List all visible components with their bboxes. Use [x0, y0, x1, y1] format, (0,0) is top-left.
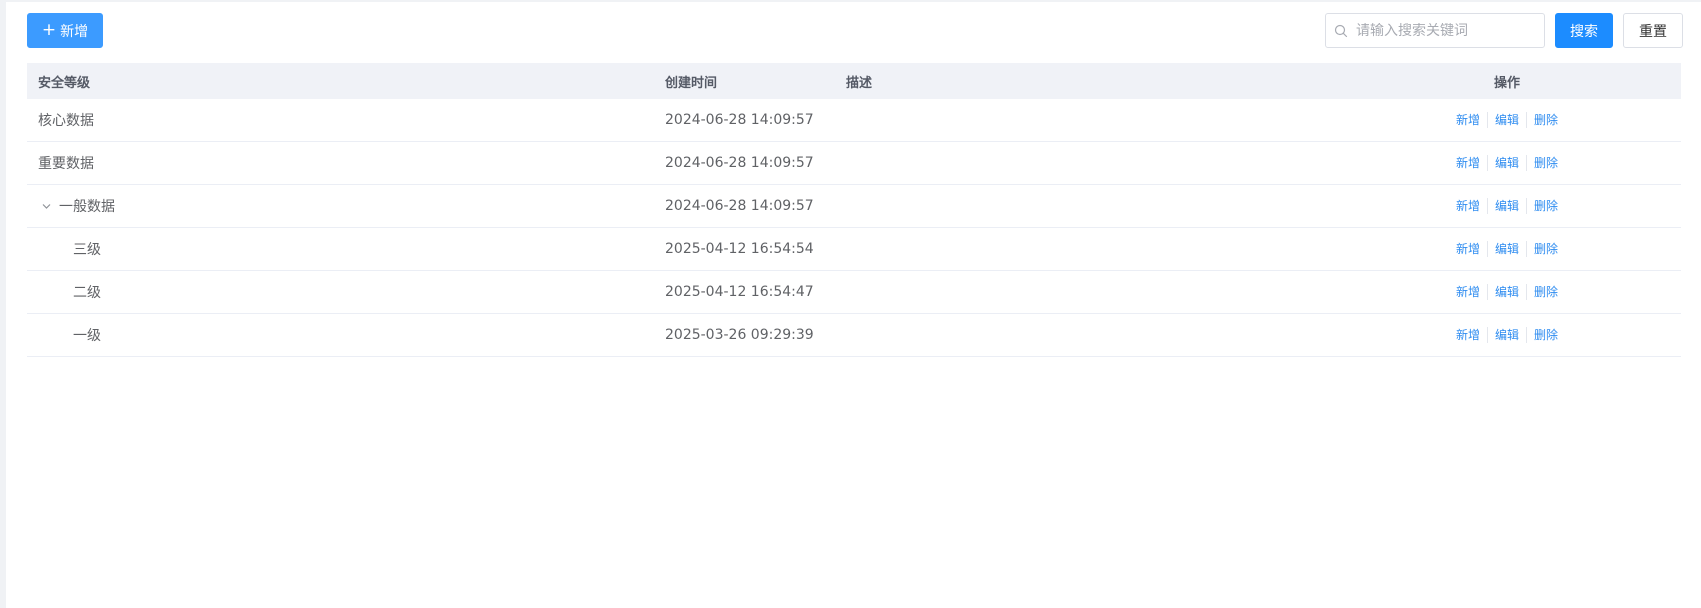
column-header-description: 描述 [846, 75, 873, 91]
row-edit-link[interactable]: 编辑 [1488, 284, 1527, 300]
row-created-time: 2025-03-26 09:29:39 [665, 327, 814, 343]
row-operations: 新增 编辑 删除 [1417, 271, 1597, 313]
add-button-label: 新增 [60, 23, 89, 40]
row-name: 一般数据 [59, 199, 115, 215]
column-header-operations: 操作 [1493, 75, 1520, 91]
row-operations: 新增 编辑 删除 [1417, 228, 1597, 270]
row-edit-link[interactable]: 编辑 [1488, 327, 1527, 343]
row-delete-link[interactable]: 删除 [1527, 198, 1565, 214]
toolbar: + 新增 搜索 重置 [6, 2, 1701, 62]
table-row: 重要数据 2024-06-28 14:09:57 新增 编辑 删除 [27, 142, 1681, 185]
row-delete-link[interactable]: 删除 [1527, 241, 1565, 257]
row-edit-link[interactable]: 编辑 [1488, 241, 1527, 257]
search-button[interactable]: 搜索 [1555, 13, 1613, 48]
chevron-down-icon[interactable] [40, 200, 52, 212]
table-row: 核心数据 2024-06-28 14:09:57 新增 编辑 删除 [27, 99, 1681, 142]
row-operations: 新增 编辑 删除 [1417, 185, 1597, 227]
column-header-security-level: 安全等级 [38, 75, 91, 91]
page: + 新增 搜索 重置 安全等级 创建时间 描述 操作 核心数据 2024-06-… [6, 2, 1701, 608]
search-box[interactable] [1325, 13, 1545, 48]
row-add-link[interactable]: 新增 [1449, 284, 1488, 300]
table-row: 一般数据 2024-06-28 14:09:57 新增 编辑 删除 [27, 185, 1681, 228]
row-add-link[interactable]: 新增 [1449, 112, 1488, 128]
row-name: 三级 [73, 242, 101, 258]
plus-icon: + [41, 20, 57, 40]
row-created-time: 2024-06-28 14:09:57 [665, 112, 814, 128]
row-name: 重要数据 [38, 156, 94, 172]
reset-button-label: 重置 [1639, 23, 1667, 40]
column-header-created-time: 创建时间 [665, 75, 718, 91]
data-table: 安全等级 创建时间 描述 操作 核心数据 2024-06-28 14:09:57… [27, 63, 1681, 357]
table-row: 一级 2025-03-26 09:29:39 新增 编辑 删除 [27, 314, 1681, 357]
row-name: 二级 [73, 285, 101, 301]
row-add-link[interactable]: 新增 [1449, 198, 1488, 214]
row-add-link[interactable]: 新增 [1449, 327, 1488, 343]
row-delete-link[interactable]: 删除 [1527, 284, 1565, 300]
row-operations: 新增 编辑 删除 [1417, 314, 1597, 356]
row-name-cell: 一般数据 [40, 185, 115, 227]
search-button-label: 搜索 [1570, 23, 1598, 40]
row-created-time: 2024-06-28 14:09:57 [665, 155, 814, 171]
row-add-link[interactable]: 新增 [1449, 241, 1488, 257]
row-created-time: 2025-04-12 16:54:47 [665, 284, 814, 300]
table-row: 二级 2025-04-12 16:54:47 新增 编辑 删除 [27, 271, 1681, 314]
row-created-time: 2024-06-28 14:09:57 [665, 198, 814, 214]
row-add-link[interactable]: 新增 [1449, 155, 1488, 171]
row-edit-link[interactable]: 编辑 [1488, 198, 1527, 214]
row-name: 核心数据 [38, 113, 94, 129]
reset-button[interactable]: 重置 [1623, 13, 1683, 48]
add-button[interactable]: + 新增 [27, 13, 103, 48]
row-delete-link[interactable]: 删除 [1527, 327, 1565, 343]
row-created-time: 2025-04-12 16:54:54 [665, 241, 814, 257]
row-operations: 新增 编辑 删除 [1417, 99, 1597, 141]
row-edit-link[interactable]: 编辑 [1488, 155, 1527, 171]
search-input[interactable] [1356, 22, 1536, 39]
table-row: 三级 2025-04-12 16:54:54 新增 编辑 删除 [27, 228, 1681, 271]
row-delete-link[interactable]: 删除 [1527, 112, 1565, 128]
search-icon [1334, 24, 1348, 37]
row-name: 一级 [73, 328, 101, 344]
table-header: 安全等级 创建时间 描述 操作 [27, 63, 1681, 99]
row-edit-link[interactable]: 编辑 [1488, 112, 1527, 128]
row-delete-link[interactable]: 删除 [1527, 155, 1565, 171]
row-operations: 新增 编辑 删除 [1417, 142, 1597, 184]
